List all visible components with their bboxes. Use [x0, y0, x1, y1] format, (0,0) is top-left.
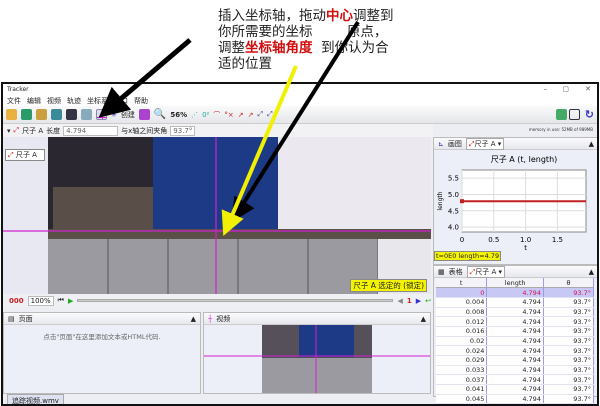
arrow-to-axis-angle [221, 65, 298, 237]
arrow-to-origin [231, 20, 360, 223]
annotation-arrows [98, 20, 360, 237]
arrow-to-axes-tool [98, 38, 192, 118]
